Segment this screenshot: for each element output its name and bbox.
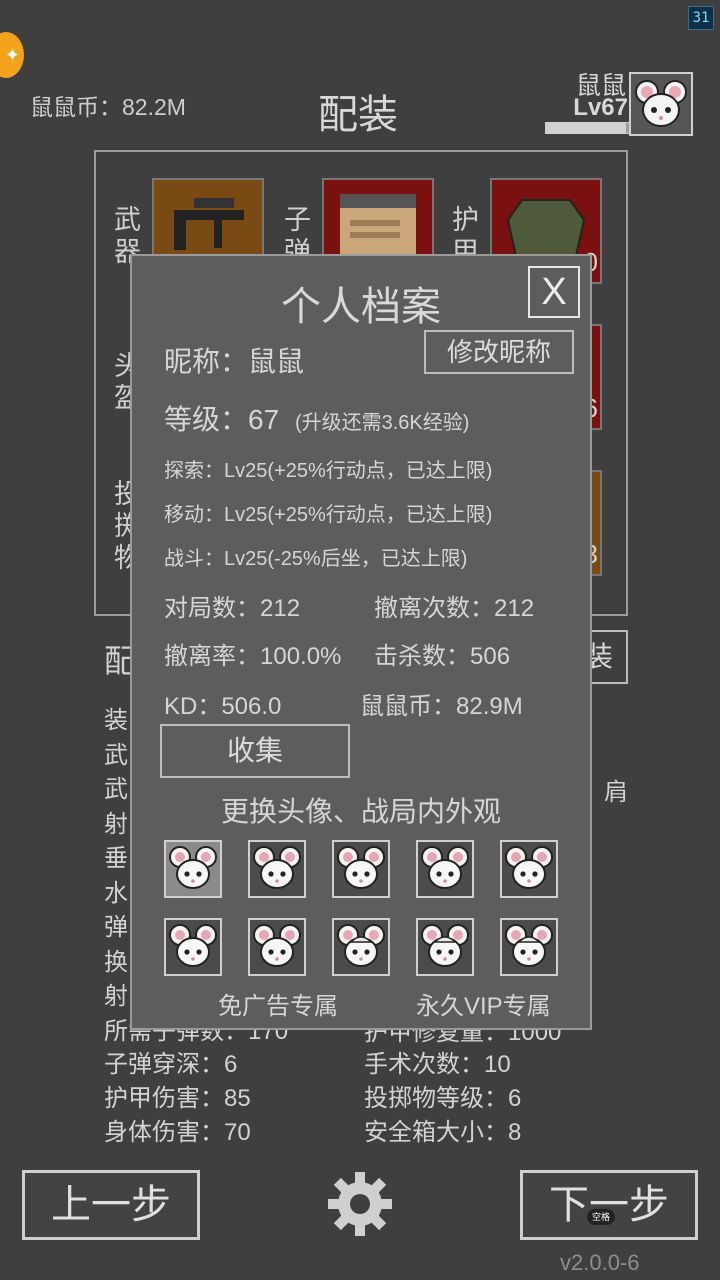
move-skill: 移动：Lv25(+25%行动点，已达上限) xyxy=(164,504,493,526)
avatar-option[interactable] xyxy=(332,918,390,976)
stat-row: 换 xyxy=(104,948,128,976)
ammo-box-icon xyxy=(340,194,416,258)
close-button[interactable]: X xyxy=(528,266,580,318)
level-row: 等级：67 (升级还需3.6K经验) xyxy=(164,398,469,438)
level-value: 67 xyxy=(248,404,280,435)
spacebar-hint: 空格 xyxy=(587,1209,615,1225)
avatar-option[interactable] xyxy=(248,840,306,898)
avatar-option[interactable] xyxy=(164,840,222,898)
stat-row: 装 xyxy=(104,707,128,734)
page-title: 配装 xyxy=(318,93,398,137)
player-level: Lv67 xyxy=(573,94,628,121)
mouse-avatar-icon xyxy=(421,924,469,967)
matches-stat: 对局数：212 xyxy=(164,595,301,622)
kills-stat: 击杀数：506 xyxy=(374,643,511,670)
avatar-option[interactable] xyxy=(500,840,558,898)
stat-fragment: 肩 xyxy=(604,779,628,806)
prev-step-button[interactable]: 上一步 xyxy=(22,1170,200,1240)
skins-title: 更换头像、战局内外观 xyxy=(220,796,501,827)
level-note: (升级还需3.6K经验) xyxy=(294,412,470,434)
notification-badge: 31 xyxy=(688,6,714,30)
mouse-avatar-icon xyxy=(421,846,469,889)
stat-row: 武 xyxy=(104,741,128,769)
xp-bar xyxy=(545,122,631,134)
mouse-avatar-icon xyxy=(253,924,301,967)
avatar-option[interactable] xyxy=(416,918,474,976)
mouse-avatar-icon xyxy=(635,80,687,127)
profile-dialog: 个人档案 X 昵称：鼠鼠 修改昵称 等级：67 (升级还需3.6K经验) 探索：… xyxy=(130,254,592,1030)
floating-assist-icon[interactable]: ✦ xyxy=(0,32,24,78)
combat-skill: 战斗：Lv25(-25%后坐，已达上限) xyxy=(164,548,468,570)
player-avatar[interactable] xyxy=(629,72,693,136)
sniper-rifle-icon xyxy=(174,198,244,250)
settings-gear-icon[interactable] xyxy=(324,1168,396,1240)
avatar-option[interactable] xyxy=(416,840,474,898)
surgery-stat: 手术次数：10 xyxy=(364,1051,511,1078)
vip-label: 永久VIP专属 xyxy=(416,993,551,1020)
stat-row: 射 xyxy=(104,810,128,838)
avatar-option[interactable] xyxy=(248,918,306,976)
mouse-avatar-icon xyxy=(505,924,553,967)
avatar-option[interactable] xyxy=(164,918,222,976)
stat-row: 弹 xyxy=(104,914,128,941)
coins-stat: 鼠鼠币：82.9M xyxy=(360,693,523,720)
mouse-avatar-icon xyxy=(337,846,385,889)
body-damage-stat: 身体伤害：70 xyxy=(104,1119,251,1146)
explore-skill: 探索：Lv25(+25%行动点，已达上限) xyxy=(164,460,493,482)
avatar-grid xyxy=(164,840,568,980)
throwable-level-stat: 投掷物等级：6 xyxy=(364,1085,522,1112)
ad-free-label: 免广告专属 xyxy=(218,993,338,1020)
collection-button[interactable]: 收集 xyxy=(160,724,350,778)
level-label: 等级： xyxy=(164,404,249,435)
avatar-option[interactable] xyxy=(332,840,390,898)
profile-title: 个人档案 xyxy=(281,285,441,329)
armor-damage-stat: 护甲伤害：85 xyxy=(104,1085,251,1112)
mouse-avatar-icon xyxy=(505,846,553,889)
nickname: 昵称：鼠鼠 xyxy=(164,346,305,377)
mouse-avatar-icon xyxy=(169,846,217,889)
safebox-stat: 安全箱大小：8 xyxy=(364,1119,522,1146)
stat-row: 武 xyxy=(104,776,128,803)
mouse-avatar-icon xyxy=(169,924,217,967)
next-step-button[interactable]: 下一步 空格 xyxy=(520,1170,698,1240)
stat-row: 水 xyxy=(104,879,128,907)
penetration-stat: 子弹穿深：6 xyxy=(104,1051,238,1078)
stat-row: 垂 xyxy=(104,845,128,872)
stat-row: 射 xyxy=(104,983,128,1010)
mouse-avatar-icon xyxy=(337,924,385,967)
extract-rate-stat: 撤离率：100.0% xyxy=(164,643,342,670)
kd-stat: KD：506.0 xyxy=(164,693,282,720)
version-label: v2.0.0-6 xyxy=(560,1250,640,1275)
extractions-stat: 撤离次数：212 xyxy=(374,595,535,622)
rename-button[interactable]: 修改昵称 xyxy=(424,330,574,374)
mouse-avatar-icon xyxy=(253,846,301,889)
coins-display: 鼠鼠币：82.2M xyxy=(30,94,186,120)
avatar-option[interactable] xyxy=(500,918,558,976)
